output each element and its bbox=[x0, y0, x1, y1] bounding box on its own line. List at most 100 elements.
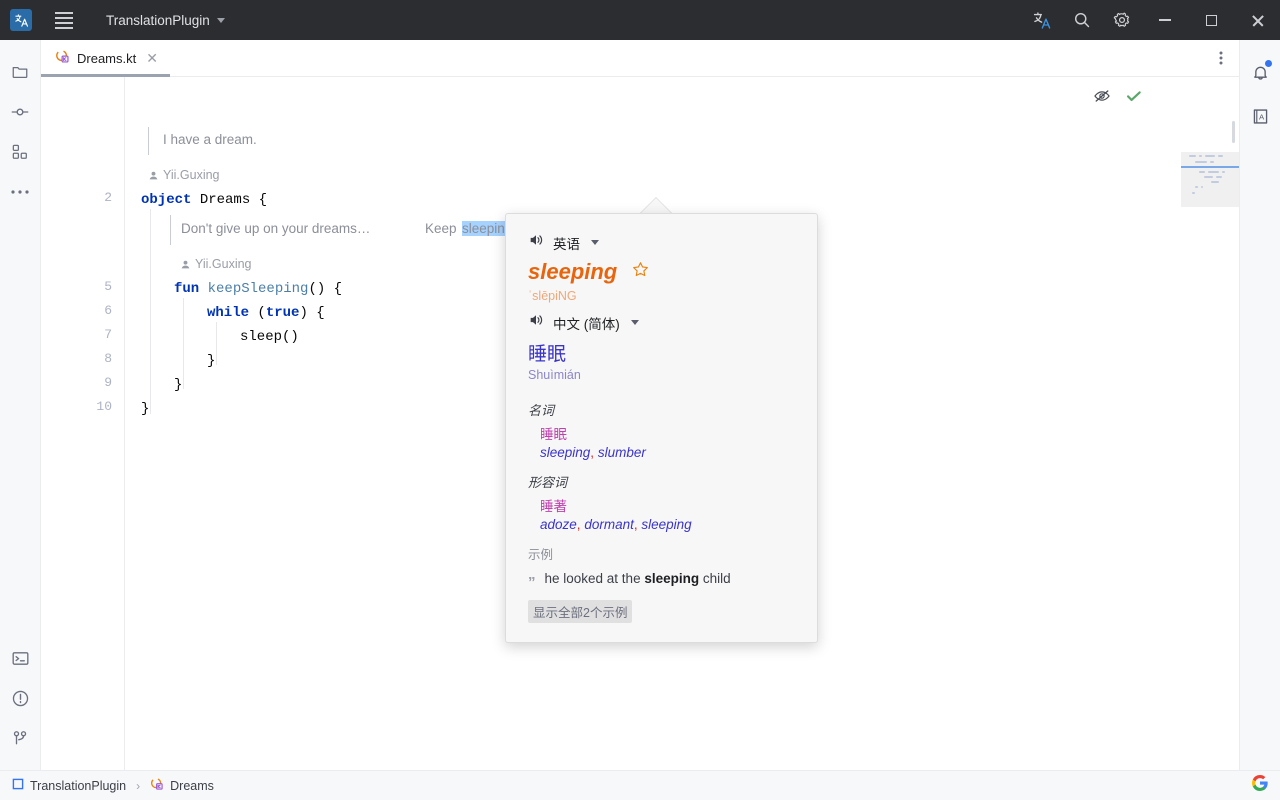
project-name-button[interactable]: TranslationPlugin bbox=[106, 13, 225, 28]
author-label: Yii.Guxing bbox=[163, 168, 220, 182]
speaker-icon[interactable] bbox=[528, 312, 544, 333]
part-of-speech-noun: 名词 bbox=[528, 400, 797, 419]
ide-window: TranslationPlugin bbox=[0, 0, 1280, 800]
breadcrumb-item-file[interactable]: Dreams bbox=[170, 779, 214, 793]
source-phonetic: ˈslēpiNG bbox=[528, 289, 797, 303]
google-logo-icon[interactable] bbox=[1252, 775, 1268, 796]
keyword-fun: fun bbox=[174, 281, 199, 297]
dictionary-translations-adjective: adoze, dormant, sleeping bbox=[540, 517, 797, 532]
git-branch-icon[interactable] bbox=[0, 718, 41, 758]
translation-word[interactable]: adoze bbox=[540, 517, 577, 532]
editor-tab-label: Dreams.kt bbox=[77, 51, 136, 66]
dictionary-translations-noun: sleeping, slumber bbox=[540, 445, 797, 460]
warning-circle-icon[interactable] bbox=[0, 678, 41, 718]
inlay-hint-dream-comment: I have a dream. bbox=[163, 132, 257, 147]
right-tool-strip: A bbox=[1239, 40, 1280, 770]
source-language-row[interactable]: 英语 bbox=[528, 232, 797, 253]
hamburger-menu-icon[interactable] bbox=[44, 0, 84, 40]
inspection-widget bbox=[1093, 87, 1143, 110]
function-name: keepSleeping bbox=[208, 281, 309, 297]
titlebar-actions bbox=[1022, 0, 1280, 40]
no-problems-check-icon[interactable] bbox=[1125, 87, 1143, 110]
quote-icon: ” bbox=[528, 571, 536, 590]
notification-badge-dot bbox=[1265, 60, 1272, 67]
maximize-button[interactable] bbox=[1188, 0, 1234, 40]
line-number: 9 bbox=[104, 375, 112, 390]
author-annotation-1: Yii.Guxing bbox=[148, 168, 220, 182]
dictionary-term-adjective[interactable]: 睡著 bbox=[540, 495, 797, 515]
structure-blocks-icon[interactable] bbox=[0, 132, 41, 172]
indent-guide bbox=[216, 322, 217, 365]
source-word: sleeping bbox=[528, 259, 617, 285]
hint-indent-bar bbox=[148, 127, 149, 155]
editor-minimap[interactable] bbox=[1181, 152, 1239, 207]
target-pinyin: Shuìmián bbox=[528, 368, 797, 382]
code-line-10: } bbox=[141, 400, 149, 418]
code-text: ) { bbox=[299, 305, 324, 321]
breadcrumb[interactable]: TranslationPlugin › Dreams bbox=[12, 777, 214, 794]
line-number: 2 bbox=[104, 190, 112, 205]
popup-arrow bbox=[640, 198, 672, 214]
commit-node-icon[interactable] bbox=[0, 92, 41, 132]
line-number: 6 bbox=[104, 303, 112, 318]
translation-word[interactable]: slumber bbox=[598, 445, 646, 460]
kotlin-object-file-icon bbox=[150, 777, 164, 794]
chevron-down-icon[interactable] bbox=[591, 240, 599, 245]
chevron-down-icon[interactable] bbox=[631, 320, 639, 325]
show-all-examples-button[interactable]: 显示全部2个示例 bbox=[528, 600, 632, 623]
translation-word[interactable]: sleeping bbox=[540, 445, 590, 460]
translate-app-logo-icon bbox=[10, 9, 32, 31]
code-line-2: object Dreams { bbox=[141, 191, 267, 209]
module-square-icon bbox=[12, 778, 24, 793]
minimize-button[interactable] bbox=[1142, 0, 1188, 40]
line-number: 10 bbox=[96, 399, 112, 414]
translation-word[interactable]: dormant bbox=[584, 517, 634, 532]
editor-scrollbar-thumb[interactable] bbox=[1232, 121, 1235, 143]
status-bar-right bbox=[1252, 775, 1268, 796]
close-icon[interactable]: ✕ bbox=[146, 51, 158, 65]
gear-icon[interactable] bbox=[1102, 0, 1142, 40]
kebab-menu-icon[interactable] bbox=[1203, 40, 1239, 76]
hint-indent-bar bbox=[170, 215, 171, 245]
editor-tab-dreams-kt[interactable]: Dreams.kt ✕ bbox=[41, 40, 170, 76]
source-language-label: 英语 bbox=[553, 233, 580, 253]
keyword-object: object bbox=[141, 192, 191, 208]
target-language-label: 中文 (简体) bbox=[553, 313, 620, 333]
indent-guide bbox=[183, 298, 184, 389]
close-button[interactable] bbox=[1234, 0, 1280, 40]
user-icon bbox=[148, 170, 159, 181]
bell-icon[interactable] bbox=[1240, 50, 1280, 94]
star-outline-icon[interactable] bbox=[632, 261, 649, 283]
speaker-icon[interactable] bbox=[528, 232, 544, 253]
dictionary-book-icon[interactable]: A bbox=[1240, 94, 1280, 138]
breadcrumb-separator: › bbox=[136, 779, 140, 793]
translation-word[interactable]: sleeping bbox=[641, 517, 691, 532]
code-text: sleep() bbox=[240, 329, 299, 345]
inspections-eye-off-icon[interactable] bbox=[1093, 87, 1111, 110]
terminal-icon[interactable] bbox=[0, 638, 41, 678]
code-line-7: sleep() bbox=[240, 328, 299, 346]
code-text: } bbox=[141, 401, 149, 417]
author-label: Yii.Guxing bbox=[195, 257, 252, 271]
title-bar: TranslationPlugin bbox=[0, 0, 1280, 40]
code-text: } bbox=[207, 353, 215, 369]
target-language-row[interactable]: 中文 (简体) bbox=[528, 312, 797, 333]
breadcrumb-item-project[interactable]: TranslationPlugin bbox=[30, 779, 126, 793]
translate-icon[interactable] bbox=[1022, 0, 1062, 40]
code-text: Dreams { bbox=[191, 192, 267, 208]
indent-guide bbox=[150, 209, 151, 414]
part-of-speech-adjective: 形容词 bbox=[528, 472, 797, 491]
example-highlight: sleeping bbox=[644, 571, 699, 586]
code-line-5: fun keepSleeping() { bbox=[174, 280, 342, 298]
code-text: ( bbox=[249, 305, 266, 321]
search-icon[interactable] bbox=[1062, 0, 1102, 40]
translation-popup: 英语 sleeping ˈslēpiNG 中文 (简体) bbox=[505, 213, 818, 643]
code-line-8: } bbox=[207, 352, 215, 370]
folder-icon[interactable] bbox=[0, 52, 41, 92]
dictionary-term-noun[interactable]: 睡眠 bbox=[540, 423, 797, 443]
user-icon bbox=[180, 259, 191, 270]
inlay-hint-keep: Keep bbox=[425, 221, 460, 236]
example-suffix: child bbox=[699, 571, 731, 586]
ellipsis-icon[interactable] bbox=[0, 172, 41, 212]
code-line-9: } bbox=[174, 376, 182, 394]
